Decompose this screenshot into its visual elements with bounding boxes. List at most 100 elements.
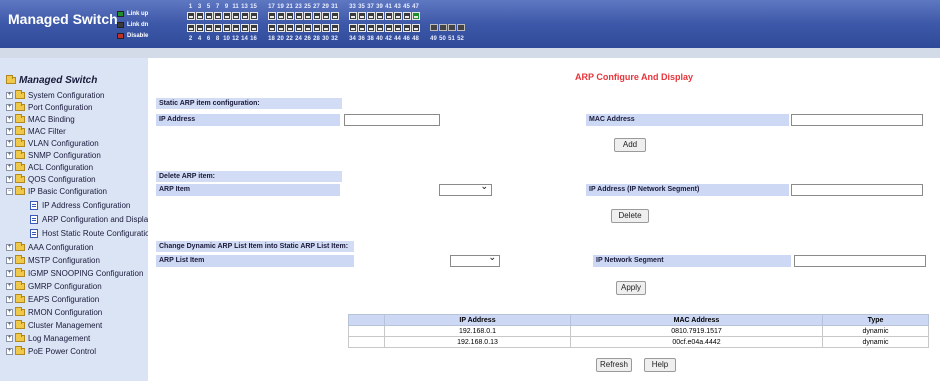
port-icon[interactable] bbox=[321, 24, 330, 34]
expand-icon[interactable]: + bbox=[6, 321, 13, 329]
port-icon[interactable] bbox=[402, 12, 411, 22]
refresh-button[interactable]: Refresh bbox=[596, 358, 632, 372]
port-icon[interactable] bbox=[285, 24, 294, 34]
sidebar-item-igmp[interactable]: + IGMP SNOOPING Configuration bbox=[6, 267, 143, 279]
change-segment-input[interactable] bbox=[794, 255, 926, 267]
port-icon[interactable] bbox=[267, 12, 276, 22]
help-button[interactable]: Help bbox=[644, 358, 676, 372]
sfp-port-icon[interactable] bbox=[429, 24, 438, 34]
sidebar-item-gmrp[interactable]: + GMRP Configuration bbox=[6, 280, 102, 292]
expand-icon[interactable]: + bbox=[6, 139, 13, 147]
apply-button[interactable]: Apply bbox=[616, 281, 646, 295]
port-icon[interactable] bbox=[276, 24, 285, 34]
port-icon[interactable] bbox=[213, 24, 222, 34]
sidebar-item-rmon[interactable]: + RMON Configuration bbox=[6, 306, 102, 318]
expand-icon[interactable]: + bbox=[6, 256, 13, 264]
port-icon[interactable] bbox=[267, 24, 276, 34]
sidebar-subitem-ip-address[interactable]: IP Address Configuration bbox=[30, 199, 130, 211]
sidebar-item-mstp[interactable]: + MSTP Configuration bbox=[6, 254, 100, 266]
port-icon[interactable] bbox=[393, 12, 402, 22]
port-icon[interactable] bbox=[312, 24, 321, 34]
port-icon[interactable] bbox=[330, 12, 339, 22]
sidebar-item-qos[interactable]: + QOS Configuration bbox=[6, 173, 96, 185]
port-icon[interactable] bbox=[294, 24, 303, 34]
port-icon[interactable] bbox=[375, 24, 384, 34]
sidebar-root[interactable]: Managed Switch bbox=[6, 75, 97, 86]
port-icon[interactable] bbox=[186, 12, 195, 22]
table-row[interactable]: 192.168.0.13 00cf.e04a.4442 dynamic bbox=[348, 336, 929, 348]
port-icon[interactable] bbox=[249, 12, 258, 22]
port-icon[interactable] bbox=[366, 24, 375, 34]
port-icon[interactable] bbox=[348, 12, 357, 22]
row-select-cell[interactable] bbox=[348, 336, 385, 348]
port-icon[interactable] bbox=[240, 12, 249, 22]
sfp-port-icon[interactable] bbox=[438, 24, 447, 34]
port-icon[interactable] bbox=[393, 24, 402, 34]
port-icon[interactable] bbox=[321, 12, 330, 22]
port-icon[interactable] bbox=[285, 12, 294, 22]
expand-icon[interactable]: + bbox=[6, 334, 13, 342]
sidebar-item-vlan[interactable]: + VLAN Configuration bbox=[6, 137, 99, 149]
sidebar-item-mac-filter[interactable]: + MAC Filter bbox=[6, 125, 66, 137]
expand-icon[interactable]: + bbox=[6, 103, 13, 111]
port-icon[interactable] bbox=[411, 24, 420, 34]
port-icon[interactable] bbox=[366, 12, 375, 22]
port-icon[interactable] bbox=[303, 24, 312, 34]
expand-icon[interactable]: + bbox=[6, 175, 13, 183]
sidebar-item-acl[interactable]: + ACL Configuration bbox=[6, 161, 93, 173]
port-icon[interactable] bbox=[222, 24, 231, 34]
static-ip-input[interactable] bbox=[344, 114, 440, 126]
sidebar-item-log[interactable]: + Log Management bbox=[6, 332, 90, 344]
collapse-icon[interactable]: − bbox=[6, 187, 13, 195]
port-icon[interactable] bbox=[276, 12, 285, 22]
sidebar-item-system[interactable]: + System Configuration bbox=[6, 89, 104, 101]
port-icon[interactable] bbox=[312, 12, 321, 22]
port-icon[interactable] bbox=[195, 24, 204, 34]
sfp-port-icon[interactable] bbox=[447, 24, 456, 34]
sidebar-item-snmp[interactable]: + SNMP Configuration bbox=[6, 149, 101, 161]
port-icon[interactable] bbox=[384, 24, 393, 34]
port-icon[interactable] bbox=[240, 24, 249, 34]
expand-icon[interactable]: + bbox=[6, 151, 13, 159]
sidebar-item-aaa[interactable]: + AAA Configuration bbox=[6, 241, 93, 253]
port-icon[interactable] bbox=[357, 24, 366, 34]
expand-icon[interactable]: + bbox=[6, 127, 13, 135]
port-icon[interactable] bbox=[303, 12, 312, 22]
expand-icon[interactable]: + bbox=[6, 269, 13, 277]
port-icon[interactable] bbox=[186, 24, 195, 34]
port-icon[interactable] bbox=[249, 24, 258, 34]
expand-icon[interactable]: + bbox=[6, 347, 13, 355]
expand-icon[interactable]: + bbox=[6, 308, 13, 316]
sidebar-item-ip-basic[interactable]: − IP Basic Configuration bbox=[6, 185, 107, 197]
delete-segment-input[interactable] bbox=[791, 184, 923, 196]
sidebar-item-mac-binding[interactable]: + MAC Binding bbox=[6, 113, 75, 125]
row-select-cell[interactable] bbox=[348, 325, 385, 337]
delete-button[interactable]: Delete bbox=[611, 209, 649, 223]
sidebar-subitem-static-route[interactable]: Host Static Route Configuration bbox=[30, 227, 148, 239]
arp-item-select[interactable] bbox=[439, 182, 492, 196]
expand-icon[interactable]: + bbox=[6, 282, 13, 290]
expand-icon[interactable]: + bbox=[6, 115, 13, 123]
sidebar-item-eaps[interactable]: + EAPS Configuration bbox=[6, 293, 99, 305]
port-icon[interactable] bbox=[231, 12, 240, 22]
port-icon[interactable] bbox=[204, 24, 213, 34]
port-link-up-icon[interactable] bbox=[411, 12, 420, 22]
arp-list-item-select[interactable] bbox=[450, 253, 500, 267]
port-icon[interactable] bbox=[330, 24, 339, 34]
sidebar-item-poe[interactable]: + PoE Power Control bbox=[6, 345, 96, 357]
sidebar-subitem-arp[interactable]: ARP Configuration and Display bbox=[30, 213, 148, 225]
port-icon[interactable] bbox=[213, 12, 222, 22]
expand-icon[interactable]: + bbox=[6, 243, 13, 251]
table-row[interactable]: 192.168.0.1 0810.7919.1517 dynamic bbox=[348, 325, 929, 337]
port-icon[interactable] bbox=[402, 24, 411, 34]
sidebar-item-port[interactable]: + Port Configuration bbox=[6, 101, 92, 113]
static-mac-input[interactable] bbox=[791, 114, 923, 126]
sfp-port-icon[interactable] bbox=[456, 24, 465, 34]
port-icon[interactable] bbox=[222, 12, 231, 22]
expand-icon[interactable]: + bbox=[6, 163, 13, 171]
port-icon[interactable] bbox=[375, 12, 384, 22]
port-icon[interactable] bbox=[294, 12, 303, 22]
sidebar-item-cluster[interactable]: + Cluster Management bbox=[6, 319, 102, 331]
port-icon[interactable] bbox=[204, 12, 213, 22]
port-icon[interactable] bbox=[348, 24, 357, 34]
